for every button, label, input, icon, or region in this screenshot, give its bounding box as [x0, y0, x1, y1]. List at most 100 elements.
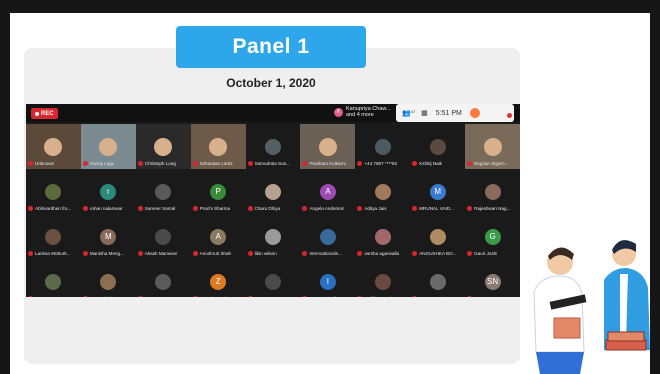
participant-tile[interactable]: Sunny Lagu: [80, 124, 136, 169]
participant-tile[interactable]: M Manisha Meng...: [81, 214, 136, 259]
participant-tile[interactable]: Internationalis...: [300, 214, 355, 259]
participant-name: SHUBHANKAR ...: [145, 296, 182, 297]
participant-tile[interactable]: G Gauri Joshi: [465, 214, 520, 259]
participants-icon[interactable]: 👥47: [402, 109, 415, 117]
participant-name-label: Samudrala Sus...: [247, 161, 290, 166]
participant-name-label: PRANAY GOLC...: [28, 296, 72, 297]
participant-name: Internationalis...: [309, 251, 342, 256]
participant-name-label: varsha agarwalla: [357, 251, 399, 256]
participant-tile[interactable]: Kshitij Naik: [410, 124, 465, 169]
participant-name-label: mallika tewari: [357, 296, 392, 297]
participant-tile[interactable]: mallika tewari: [355, 259, 410, 297]
participant-tile[interactable]: Aditya Jais: [355, 169, 410, 214]
participant-tile[interactable]: Charu Dhiya: [246, 169, 301, 214]
two-people-with-books-illustration: [533, 240, 650, 374]
participant-name: Kshitij Naik: [419, 161, 442, 166]
participant-tile[interactable]: Sameer Samal: [136, 169, 191, 214]
user-avatar-icon[interactable]: [469, 108, 480, 118]
participant-name-label: Larissa McBurk...: [28, 251, 70, 256]
participant-tile[interactable]: Samudrala Sus...: [246, 124, 301, 169]
chat-notification[interactable]: K Kanupriya Chaw... and 4 more: [334, 106, 391, 118]
participant-name: Jesse Jacob V: [419, 296, 449, 297]
participant-photo-avatar: [155, 183, 172, 200]
participant-name-label: Charu Dhiya: [247, 206, 281, 211]
participant-photo-avatar: [429, 228, 446, 245]
participant-tile[interactable]: Unknown: [26, 124, 81, 169]
participant-name: Charu Dhiya: [254, 206, 281, 211]
participant-name: Samudrala Sus...: [254, 161, 290, 166]
participant-tile[interactable]: SHUBHANKAR ...: [246, 259, 301, 297]
participant-tile[interactable]: libin wilson: [246, 214, 301, 259]
participant-tile[interactable]: Prashant Kulkarni: [300, 124, 356, 169]
muted-mic-icon: [192, 251, 198, 256]
recording-badge[interactable]: REC: [31, 108, 58, 119]
participant-tile[interactable]: SHUBHANKAR ...: [136, 259, 191, 297]
participant-photo-avatar: [484, 183, 501, 200]
participant-photo-avatar: [429, 138, 446, 155]
muted-mic-icon: [82, 296, 88, 297]
participant-photo-avatar: [374, 138, 391, 155]
participant-tile[interactable]: M MRUNAL VAID...: [410, 169, 465, 214]
participant-tile[interactable]: +44 7887 ****82: [355, 124, 410, 169]
participant-name: Aditya Jais: [364, 206, 387, 211]
participant-name: Manisha Meng...: [89, 251, 124, 256]
participant-video-face: [44, 137, 63, 156]
participant-initial-avatar: G: [484, 228, 501, 245]
participant-name-label: Prashant Kulkarni: [302, 161, 346, 166]
grid-view-icon[interactable]: ▦: [421, 109, 428, 117]
participant-name-label: Unknown: [28, 161, 54, 166]
participant-name: rohan nalamwar: [89, 206, 123, 211]
participant-tile[interactable]: varsha agarwalla: [355, 214, 410, 259]
participant-tile[interactable]: A Anushruti Shah: [191, 214, 246, 259]
participant-tile[interactable]: SN SN: [465, 259, 520, 297]
muted-mic-icon: [28, 206, 33, 211]
muted-mic-icon: [82, 161, 88, 166]
participant-tile[interactable]: sampada kapse: [81, 259, 136, 297]
participant-photo-avatar: [429, 273, 446, 290]
participant-tile[interactable]: Jesse Jacob V: [410, 259, 465, 297]
participant-tile[interactable]: ANOUSHKA BO...: [410, 214, 465, 259]
participant-tile[interactable]: PRANAY GOLC...: [26, 259, 81, 297]
muted-mic-icon: [137, 296, 143, 297]
participant-tile[interactable]: Abhivardhan fro...: [26, 169, 81, 214]
muted-mic-icon: [357, 251, 363, 256]
participant-initial-avatar: M: [100, 228, 117, 245]
participant-initial-avatar: A: [210, 228, 227, 245]
participant-tile[interactable]: Larissa McBurk...: [26, 214, 81, 259]
participant-tile[interactable]: Akash Manwani: [136, 214, 191, 259]
zoom-screenshot: REC K Kanupriya Chaw... and 4 more 👥47 ▦…: [26, 104, 520, 297]
participant-tile[interactable]: Christoph Lueg: [135, 124, 191, 169]
participant-photo-avatar: [265, 183, 281, 200]
participant-initial-avatar: r: [100, 183, 117, 200]
muted-mic-icon: [247, 206, 253, 211]
participant-name-label: Kshitij Naik: [412, 161, 442, 166]
participant-tile[interactable]: P Prachi Sharma: [191, 169, 246, 214]
muted-mic-icon: [247, 296, 253, 297]
participant-name-label: +44 7887 ****82: [357, 161, 397, 166]
muted-mic-icon: [302, 251, 308, 256]
participant-tile[interactable]: Rajeshwari Nag...: [465, 169, 520, 214]
participant-row: Unknown Sunny Lagu Christoph Lueg Sebastian…: [26, 124, 520, 169]
participant-name-label: Angela Anderson: [302, 206, 344, 211]
participant-name-label: Internationalis...: [302, 251, 342, 256]
participant-tile[interactable]: Bogdan Sigorn...: [465, 124, 520, 169]
participant-name-label: Gauri Joshi: [467, 251, 497, 256]
muted-mic-icon: [302, 206, 308, 211]
participant-photo-avatar: [265, 273, 281, 290]
participant-name-label: Sameer Samal: [137, 206, 176, 211]
participant-name-label: Zainab Vanak: [192, 296, 228, 297]
participant-tile[interactable]: A Angela Anderson: [300, 169, 355, 214]
participant-name-label: libin wilson: [247, 251, 277, 256]
participant-tile[interactable]: Sebastian Lantz: [190, 124, 246, 169]
participant-name-label: Prachi Sharma: [192, 206, 230, 211]
participant-initial-avatar: Z: [210, 273, 227, 290]
participant-tile[interactable]: Z Zainab Vanak: [191, 259, 246, 297]
participant-tile[interactable]: I Internationalis...: [300, 259, 355, 297]
muted-mic-icon: [247, 161, 253, 166]
muted-mic-icon: [137, 206, 143, 211]
participant-name: Sameer Samal: [144, 206, 176, 211]
participant-tile[interactable]: r rohan nalamwar: [81, 169, 136, 214]
participant-name: Anushruti Shah: [199, 251, 232, 256]
participant-name: +44 7887 ****82: [364, 161, 398, 166]
muted-mic-icon: [467, 296, 473, 297]
